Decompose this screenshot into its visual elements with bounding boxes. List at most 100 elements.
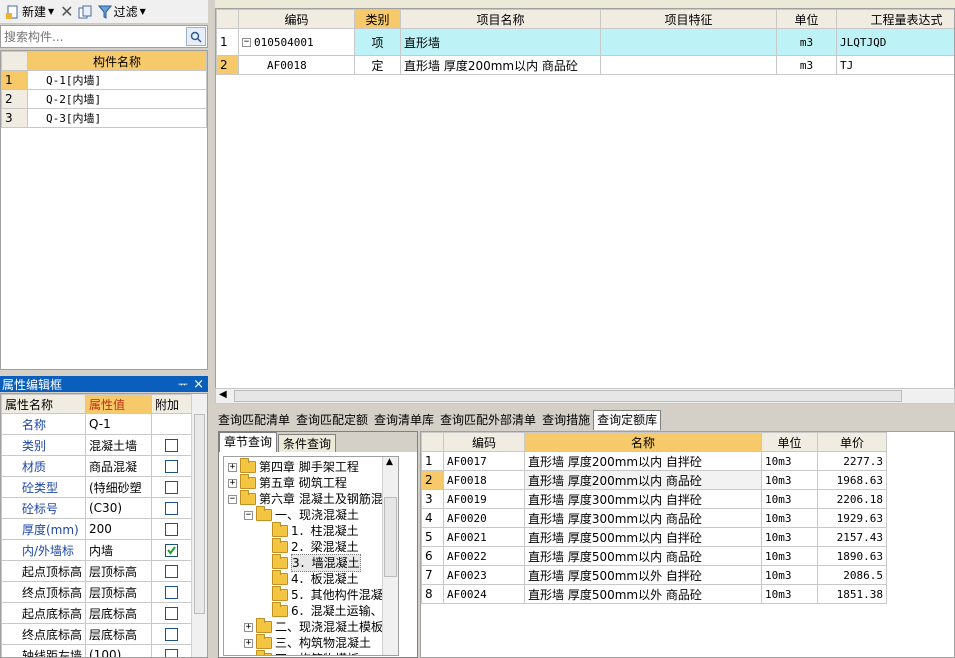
list-item[interactable]: 1 Q-1[内墙]	[1, 70, 207, 90]
property-value[interactable]: 层底标高	[85, 602, 152, 624]
table-row[interactable]: 7 AF0023 直形墙 厚度500mm以外 自拌砼 10m3 2086.5	[421, 565, 887, 585]
property-row[interactable]: 内/外墙标 内墙	[1, 539, 192, 561]
scroll-left-icon[interactable]: ◀	[219, 389, 227, 400]
tab-match-bill[interactable]: 查询匹配清单	[215, 411, 293, 430]
property-row[interactable]: 终点顶标高 层顶标高	[1, 581, 192, 603]
property-value[interactable]: 200	[85, 518, 152, 540]
tree-node[interactable]: + 二、现浇混凝土模板	[224, 618, 398, 635]
scroll-up-icon[interactable]: ▲	[386, 457, 393, 467]
extra-checkbox[interactable]	[165, 523, 178, 536]
list-item[interactable]: 2 Q-2[内墙]	[1, 89, 207, 109]
table-row[interactable]: 8 AF0024 直形墙 厚度500mm以外 商品砼 10m3 1851.38	[421, 584, 887, 604]
search-input[interactable]	[1, 26, 185, 47]
property-value[interactable]: (C30)	[85, 497, 152, 519]
property-row[interactable]: 起点顶标高 层顶标高	[1, 560, 192, 582]
property-row[interactable]: 轴线距左墙 (100)	[1, 644, 192, 657]
table-row[interactable]: 6 AF0022 直形墙 厚度500mm以内 商品砼 10m3 1890.63	[421, 546, 887, 566]
column-header-name[interactable]: 名称	[524, 432, 762, 452]
tab-external-bill[interactable]: 查询匹配外部清单	[437, 411, 539, 430]
property-row[interactable]: 砼类型 (特细砂塑	[1, 476, 192, 498]
extra-checkbox[interactable]	[165, 439, 178, 452]
property-scrollbar[interactable]	[191, 394, 207, 657]
property-row[interactable]: 起点底标高 层底标高	[1, 602, 192, 624]
property-value[interactable]: 内墙	[85, 539, 152, 561]
scroll-thumb[interactable]	[234, 390, 902, 402]
tree-node[interactable]: + 第四章 脚手架工程	[224, 458, 398, 475]
expand-icon[interactable]: +	[228, 462, 237, 472]
tree-scrollbar[interactable]: ▲	[382, 457, 398, 655]
column-header-price[interactable]: 单价	[817, 432, 887, 452]
property-row[interactable]: 材质 商品混凝	[1, 455, 192, 477]
property-value[interactable]: (特细砂塑	[85, 476, 152, 498]
tree-node[interactable]: 4．板混凝土	[224, 570, 398, 587]
property-value[interactable]: (100)	[85, 644, 152, 657]
table-row[interactable]: 2 AF0018 定 直形墙 厚度200mm以内 商品砼 m3 TJ	[216, 55, 954, 75]
tree-node[interactable]: + 第五章 砌筑工程	[224, 474, 398, 491]
column-header-feature[interactable]: 项目特征	[600, 9, 777, 29]
expand-icon[interactable]: +	[228, 478, 237, 488]
bill-horizontal-scrollbar[interactable]: ◀	[215, 388, 955, 404]
tree-node[interactable]: + 三、构筑物混凝土	[224, 634, 398, 651]
tree-node[interactable]: + 四、构筑物模板	[224, 650, 398, 655]
column-header-unit[interactable]: 单位	[776, 9, 837, 29]
extra-checkbox[interactable]	[165, 649, 178, 657]
table-row[interactable]: 1 AF0017 直形墙 厚度200mm以内 自拌砼 10m3 2277.3	[421, 451, 887, 471]
filter-button[interactable]: 过滤 ▼	[96, 2, 148, 22]
tab-match-quota[interactable]: 查询匹配定额	[293, 411, 371, 430]
property-value[interactable]: 层底标高	[85, 623, 152, 645]
search-button[interactable]	[186, 27, 206, 46]
extra-checkbox[interactable]	[165, 502, 178, 515]
property-row[interactable]: 厚度(mm) 200	[1, 518, 192, 540]
tab-bill-library[interactable]: 查询清单库	[371, 411, 437, 430]
scroll-thumb[interactable]	[384, 497, 397, 577]
tab-measures[interactable]: 查询措施	[539, 411, 593, 430]
property-value[interactable]: 层顶标高	[85, 581, 152, 603]
tree-node[interactable]: 5．其他构件混凝	[224, 586, 398, 603]
tree-node[interactable]: 2．梁混凝土	[224, 538, 398, 555]
tab-chapter-query[interactable]: 章节查询	[219, 432, 278, 452]
pin-icon[interactable]: ᅲ	[178, 376, 188, 392]
column-header-unit[interactable]: 单位	[761, 432, 818, 452]
expand-icon[interactable]: +	[244, 622, 253, 632]
column-header-item-name[interactable]: 项目名称	[400, 9, 601, 29]
collapse-icon[interactable]: −	[244, 510, 253, 520]
table-row[interactable]: 1 −010504001 项 直形墙 m3 JLQTJQD	[216, 28, 954, 56]
column-header-code[interactable]: 编码	[443, 432, 525, 452]
list-item[interactable]: 3 Q-3[内墙]	[1, 108, 207, 128]
table-row[interactable]: 4 AF0020 直形墙 厚度300mm以内 商品砼 10m3 1929.63	[421, 508, 887, 528]
property-value[interactable]: 混凝土墙	[85, 434, 152, 456]
tree-node[interactable]: 6．混凝土运输、	[224, 602, 398, 619]
extra-checkbox[interactable]	[165, 544, 178, 557]
collapse-icon[interactable]: −	[228, 494, 237, 504]
property-row[interactable]: 砼标号 (C30)	[1, 497, 192, 519]
tree-node[interactable]: 1．柱混凝土	[224, 522, 398, 539]
property-row[interactable]: 类别 混凝土墙	[1, 434, 192, 456]
new-button[interactable]: 新建 ▼	[4, 2, 56, 22]
delete-icon[interactable]: ✕	[60, 2, 73, 21]
extra-checkbox[interactable]	[165, 628, 178, 641]
tree-node[interactable]: 3．墙混凝土	[224, 554, 398, 572]
property-row[interactable]: 终点底标高 层底标高	[1, 623, 192, 645]
extra-checkbox[interactable]	[165, 586, 178, 599]
copy-icon[interactable]	[78, 5, 92, 19]
table-row[interactable]: 5 AF0021 直形墙 厚度500mm以内 自拌砼 10m3 2157.43	[421, 527, 887, 547]
property-value[interactable]: 商品混凝	[85, 455, 152, 477]
tree-node[interactable]: − 第六章 混凝土及钢筋混凝	[224, 490, 398, 507]
close-icon[interactable]: ×	[193, 377, 204, 392]
collapse-icon[interactable]: −	[242, 38, 251, 47]
column-header-type[interactable]: 类别	[354, 9, 401, 29]
scroll-thumb[interactable]	[194, 414, 205, 614]
column-header-name[interactable]: 构件名称	[27, 51, 207, 71]
extra-checkbox[interactable]	[165, 607, 178, 620]
table-row[interactable]: 3 AF0019 直形墙 厚度300mm以内 自拌砼 10m3 2206.18	[421, 489, 887, 509]
extra-checkbox[interactable]	[165, 481, 178, 494]
property-value[interactable]: 层顶标高	[85, 560, 152, 582]
expand-icon[interactable]: +	[244, 654, 253, 655]
tree-node[interactable]: − 一、现浇混凝土	[224, 506, 398, 523]
tab-condition-query[interactable]: 条件查询	[278, 434, 337, 452]
property-value[interactable]: Q-1	[85, 413, 152, 435]
tab-quota-library[interactable]: 查询定额库	[593, 410, 662, 430]
extra-checkbox[interactable]	[165, 460, 178, 473]
expand-icon[interactable]: +	[244, 638, 253, 648]
column-header-expression[interactable]: 工程量表达式	[836, 9, 954, 29]
